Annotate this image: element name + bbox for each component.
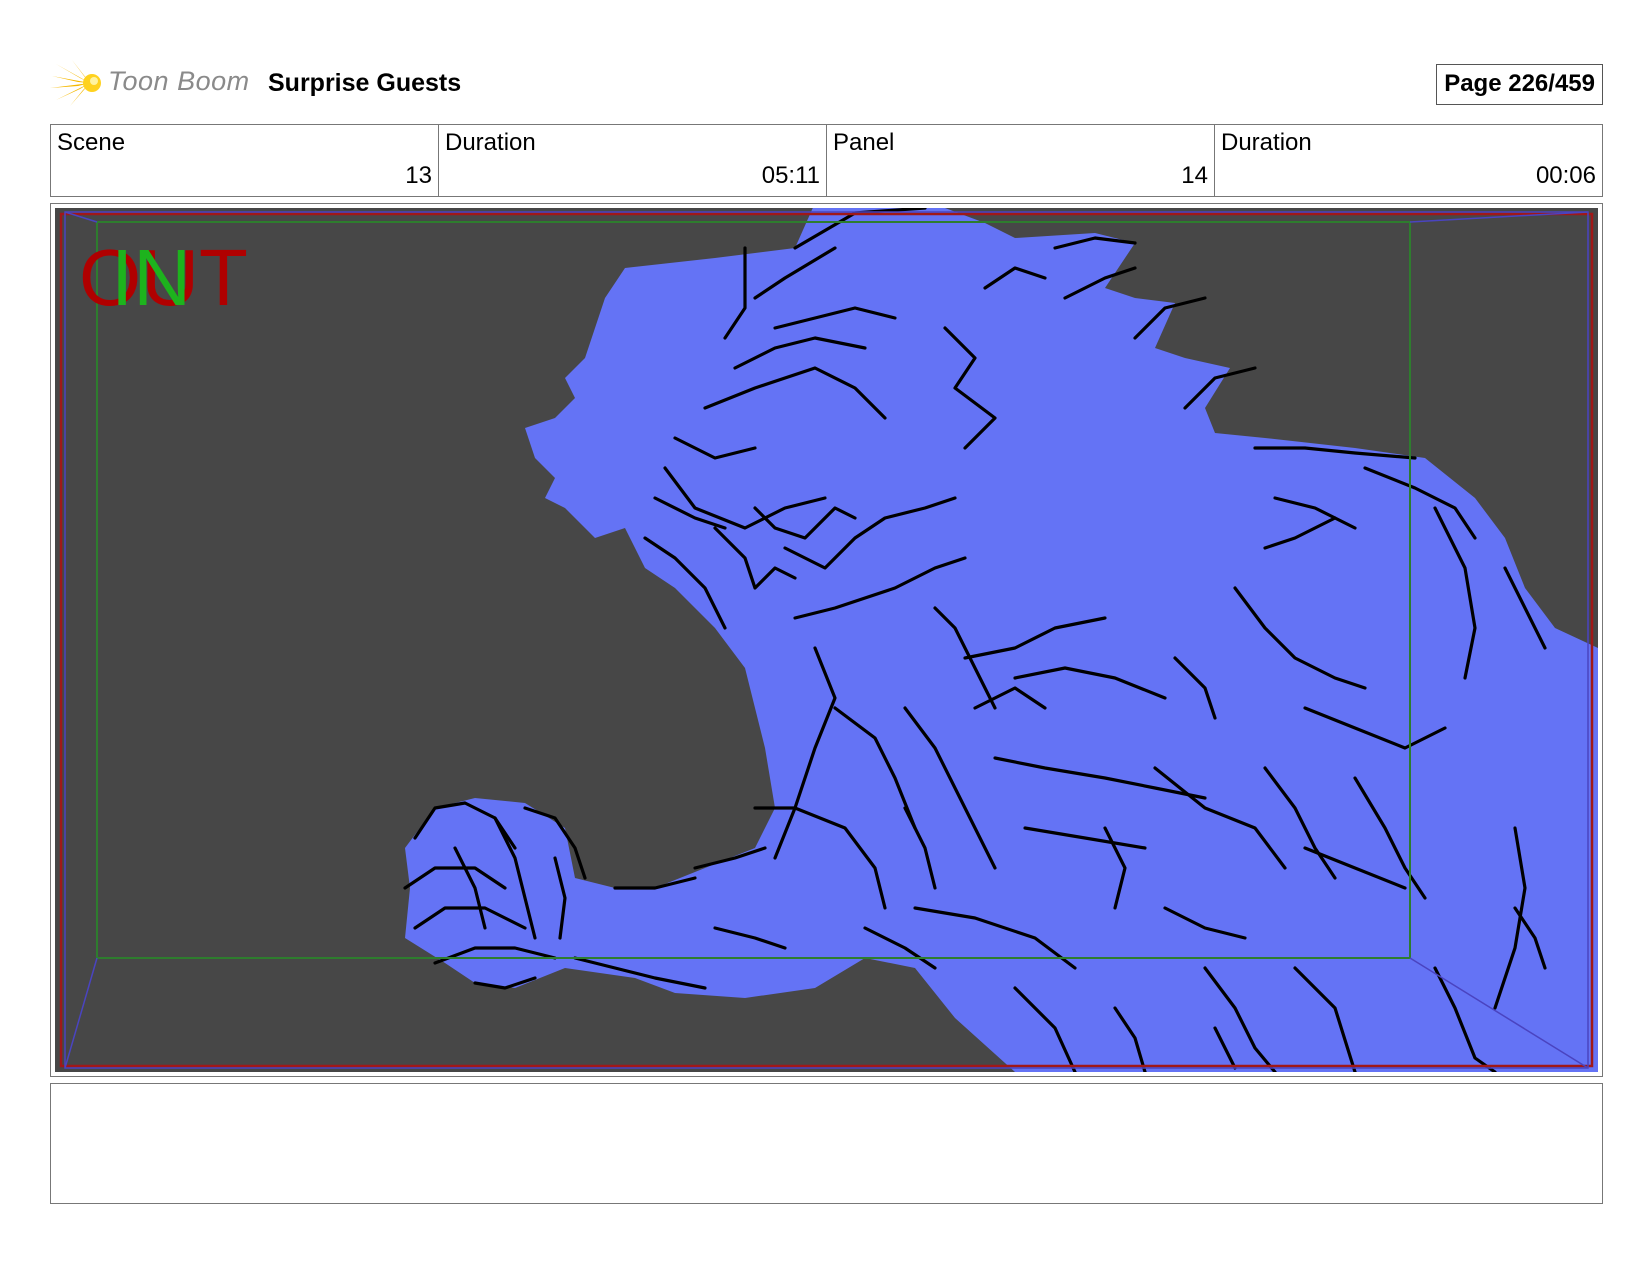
project-title: Surprise Guests xyxy=(268,69,462,97)
starburst-icon xyxy=(50,60,101,106)
scene-label: Scene xyxy=(57,129,126,156)
panel-duration-label: Duration xyxy=(1221,129,1312,156)
scene-cell: Scene 13 xyxy=(51,125,439,196)
camera-corner-bl xyxy=(64,957,98,1069)
scene-value: 13 xyxy=(405,162,432,189)
page-number: Page 226/459 xyxy=(1436,64,1603,105)
panel-duration-value: 00:06 xyxy=(1535,162,1596,189)
panel-image-frame: OUT IN xyxy=(50,203,1603,1077)
werewolf-fill xyxy=(405,208,1598,1072)
panel-cell: Panel 14 xyxy=(827,125,1215,196)
scene-info-table: Scene 13 Duration 05:11 Panel 14 Duratio… xyxy=(50,124,1603,197)
panel-label: Panel xyxy=(833,129,895,156)
toon-boom-logo: Toon Boom xyxy=(50,56,250,108)
panel-drawing xyxy=(59,208,1598,1072)
storyboard-header: Toon Boom Surprise Guests Page 226/459 xyxy=(50,56,1603,108)
scene-duration-cell: Duration 05:11 xyxy=(439,125,827,196)
panel-value: 14 xyxy=(1181,162,1208,189)
scene-duration-value: 05:11 xyxy=(761,162,820,189)
panel-duration-cell: Duration 00:06 xyxy=(1215,125,1602,196)
panel-canvas: OUT IN xyxy=(55,208,1598,1072)
panel-notes-box[interactable] xyxy=(50,1083,1603,1204)
scene-duration-label: Duration xyxy=(445,129,536,156)
logo-text: Toon Boom xyxy=(108,66,250,96)
field-in-label: IN xyxy=(111,233,191,322)
